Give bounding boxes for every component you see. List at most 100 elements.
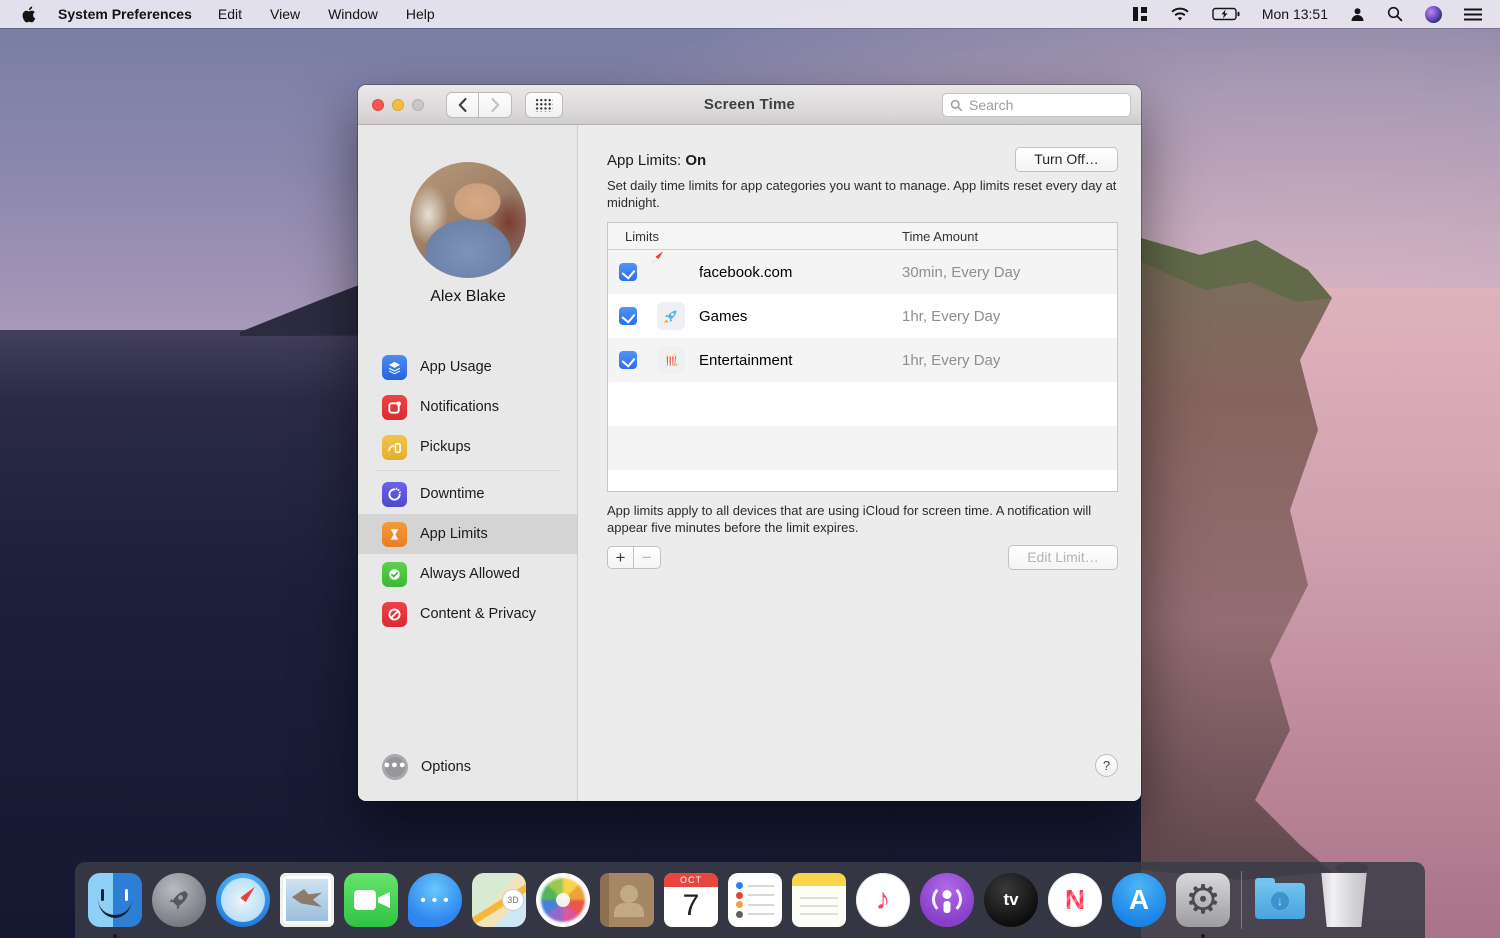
running-indicator: [1201, 934, 1205, 938]
edit-limit-button[interactable]: Edit Limit…: [1008, 545, 1118, 570]
dock-notes-icon[interactable]: [787, 868, 851, 932]
sidebar: Alex Blake App Usage Notifications Picku…: [358, 125, 578, 801]
dock-maps-icon[interactable]: [467, 868, 531, 932]
tv-glyph: tv: [1003, 890, 1019, 909]
dock-news-icon[interactable]: N: [1043, 868, 1107, 932]
app-limits-pane: App Limits: On Turn Off… Set daily time …: [579, 125, 1141, 801]
user-avatar[interactable]: [410, 162, 526, 278]
limit-time: 1hr, Every Day: [902, 351, 1001, 369]
dock-safari-icon[interactable]: [211, 868, 275, 932]
apple-menu-icon[interactable]: [22, 5, 38, 23]
limit-name: Entertainment: [699, 351, 793, 369]
appstore-glyph: A: [1128, 884, 1150, 915]
limit-name: facebook.com: [699, 263, 793, 281]
dock-contacts-icon[interactable]: [595, 868, 659, 932]
dock-downloads-icon[interactable]: ↓: [1248, 868, 1312, 932]
dock-system-preferences-icon[interactable]: ⚙: [1171, 868, 1235, 938]
table-header: Limits Time Amount: [608, 223, 1117, 250]
blocks-status-icon[interactable]: [1132, 4, 1148, 24]
dock-messages-icon[interactable]: [403, 868, 467, 932]
sidebar-item-app-limits[interactable]: App Limits: [358, 514, 577, 554]
limit-time: 1hr, Every Day: [902, 307, 1001, 325]
minimize-button[interactable]: [392, 98, 404, 111]
row-checkbox[interactable]: [619, 263, 637, 281]
empty-row: [608, 426, 1117, 470]
dock-launchpad-icon[interactable]: [147, 868, 211, 932]
remove-limit-button[interactable]: −: [634, 546, 661, 569]
pane-footnote: App limits apply to all devices that are…: [607, 503, 1092, 535]
battery-icon[interactable]: [1212, 4, 1240, 24]
active-app-name[interactable]: System Preferences: [58, 6, 192, 22]
close-button[interactable]: [372, 98, 384, 111]
sidebar-item-always-allowed[interactable]: Always Allowed: [358, 554, 577, 594]
dock-app-store-icon[interactable]: A: [1107, 868, 1171, 932]
limit-name: Games: [699, 307, 748, 325]
sidebar-label: Notifications: [420, 399, 499, 415]
dock-podcasts-icon[interactable]: [915, 868, 979, 932]
calendar-day: 7: [682, 889, 700, 922]
sidebar-item-options[interactable]: ●●● Options: [358, 747, 577, 787]
turn-off-button[interactable]: Turn Off…: [1015, 147, 1118, 172]
search-icon: [950, 99, 963, 111]
rocket-icon: [657, 302, 685, 330]
row-checkbox[interactable]: [619, 307, 637, 325]
menu-window[interactable]: Window: [328, 6, 378, 22]
traffic-lights: [372, 98, 424, 111]
show-all-preferences-button[interactable]: [525, 91, 563, 118]
search-placeholder: Search: [969, 97, 1014, 113]
running-indicator: [113, 934, 117, 938]
sidebar-item-app-usage[interactable]: App Usage: [358, 347, 577, 387]
options-icon: ●●●: [382, 754, 408, 780]
pane-description: Set daily time limits for app categories…: [607, 178, 1117, 210]
dock-calendar-icon[interactable]: OCT 7: [659, 868, 723, 932]
user-name: Alex Blake: [430, 288, 506, 305]
sidebar-label: Content & Privacy: [420, 606, 537, 622]
wifi-icon[interactable]: [1170, 4, 1190, 24]
forward-button[interactable]: [479, 91, 512, 118]
dock-music-icon[interactable]: ♪: [851, 868, 915, 932]
menu-help[interactable]: Help: [406, 6, 435, 22]
column-time-amount: Time Amount: [902, 228, 979, 244]
app-limits-icon: [382, 521, 407, 547]
music-note-glyph: ♪: [875, 883, 891, 916]
column-limits: Limits: [625, 228, 659, 244]
sidebar-item-content-privacy[interactable]: Content & Privacy: [358, 594, 577, 634]
downtime-icon: [382, 481, 407, 507]
safari-compass-icon: [657, 258, 685, 286]
table-row-entertainment[interactable]: Entertainment 1hr, Every Day: [608, 338, 1117, 382]
menu-edit[interactable]: Edit: [218, 6, 242, 22]
sidebar-item-downtime[interactable]: Downtime: [358, 474, 577, 514]
table-row-facebook[interactable]: facebook.com 30min, Every Day: [608, 250, 1117, 294]
title-bar[interactable]: Screen Time Search: [358, 85, 1141, 125]
dock-photos-icon[interactable]: [531, 868, 595, 932]
notifications-icon: [382, 394, 407, 420]
user-switch-icon[interactable]: [1350, 4, 1365, 24]
sidebar-label: Downtime: [420, 486, 485, 502]
back-button[interactable]: [446, 91, 479, 118]
help-button[interactable]: ?: [1095, 754, 1118, 777]
menu-bar-clock[interactable]: Mon 13:51: [1262, 6, 1328, 22]
dock-facetime-icon[interactable]: [339, 868, 403, 932]
dock-mail-icon[interactable]: [275, 868, 339, 932]
zoom-button[interactable]: [412, 98, 424, 111]
table-row-games[interactable]: Games 1hr, Every Day: [608, 294, 1117, 338]
spotlight-search-icon[interactable]: [1387, 4, 1403, 24]
dock-reminders-icon[interactable]: [723, 868, 787, 932]
news-glyph: N: [1064, 884, 1086, 915]
dock-trash-icon[interactable]: [1312, 868, 1376, 932]
menu-view[interactable]: View: [270, 6, 300, 22]
heading-status: On: [685, 152, 707, 169]
siri-icon[interactable]: [1425, 5, 1442, 23]
sidebar-label: Always Allowed: [420, 566, 520, 582]
search-field[interactable]: Search: [942, 93, 1131, 117]
row-checkbox[interactable]: [619, 351, 637, 369]
sidebar-item-notifications[interactable]: Notifications: [358, 387, 577, 427]
dock-apple-tv-icon[interactable]: tv: [979, 868, 1043, 932]
limit-time: 30min, Every Day: [902, 263, 1021, 281]
dock-finder-icon[interactable]: [83, 868, 147, 938]
download-arrow-glyph: ↓: [1271, 892, 1289, 910]
add-limit-button[interactable]: +: [607, 546, 634, 569]
notification-center-icon[interactable]: [1464, 4, 1482, 24]
sidebar-item-pickups[interactable]: Pickups: [358, 427, 577, 467]
dock: OCT 7 ♪ tv N A ⚙ ↓: [75, 862, 1425, 938]
